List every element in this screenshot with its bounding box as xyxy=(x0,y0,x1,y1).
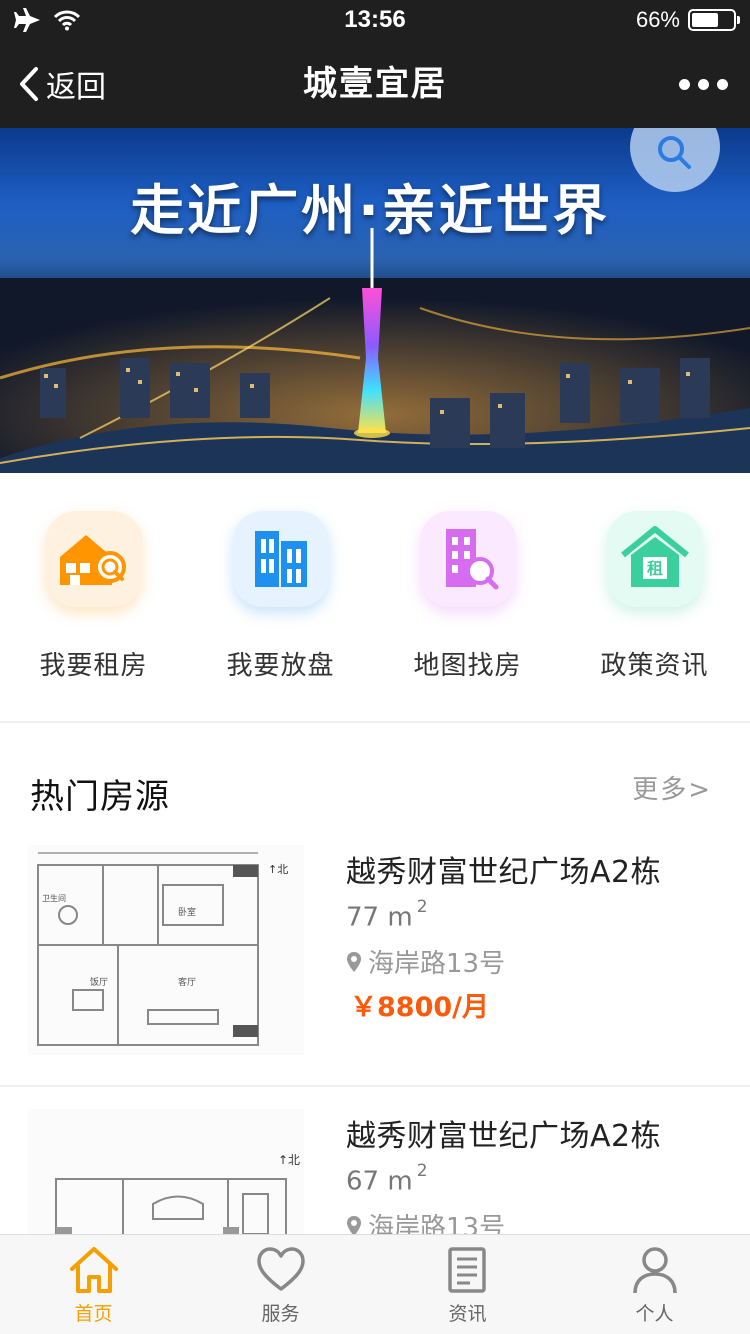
back-button[interactable]: 返回 xyxy=(18,40,106,128)
section-title: 热门房源 xyxy=(30,777,170,817)
tab-label: 个人 xyxy=(635,1303,674,1325)
banner[interactable]: 走近广州·亲近世界 xyxy=(0,128,750,473)
svg-text:客厅: 客厅 xyxy=(178,976,196,988)
quick-entry-section: 我要租房 我要放盘 地图找房 租 政策资讯 xyxy=(0,473,750,723)
quick-entry-label: 政策资讯 xyxy=(600,651,709,681)
listing-item[interactable]: ↑北 卧室 客厅 饭厅 卫生间 越秀财富世纪广场A2栋 77 m2 海岸路13号… xyxy=(0,825,750,1087)
nav-bar: 返回 城壹宜居 xyxy=(0,40,750,128)
svg-text:↑北: ↑北 xyxy=(268,863,288,876)
quick-entry-label: 我要放盘 xyxy=(226,651,335,681)
svg-text:租: 租 xyxy=(647,559,663,578)
listing-area: 77 m2 xyxy=(346,897,428,933)
tab-home[interactable]: 首页 xyxy=(0,1235,187,1334)
tab-bar: 首页 服务 资讯 个人 xyxy=(0,1234,750,1334)
person-icon xyxy=(633,1247,677,1294)
battery-icon xyxy=(688,9,740,31)
quick-entry-list-property[interactable]: 我要放盘 xyxy=(187,511,374,691)
quick-entry-policy-news[interactable]: 租 政策资讯 xyxy=(561,511,748,691)
location-pin-icon xyxy=(347,951,361,972)
status-icons-right: 66% xyxy=(635,0,740,40)
tab-service[interactable]: 服务 xyxy=(187,1235,374,1334)
quick-entry-label: 我要租房 xyxy=(39,651,148,681)
more-dot xyxy=(698,78,709,90)
heart-icon xyxy=(257,1247,305,1291)
listing-item[interactable]: ↑北 越秀财富世纪广场A2栋 67 m2 海岸路13号 xyxy=(0,1089,750,1245)
rent-house-icon: 租 xyxy=(607,511,703,607)
more-link[interactable]: 更多> xyxy=(632,769,712,806)
quick-entry-rent[interactable]: 我要租房 xyxy=(0,511,187,691)
area-value: 67 m xyxy=(346,1166,413,1197)
news-icon xyxy=(448,1247,486,1293)
more-dot xyxy=(717,78,728,90)
svg-text:饭厅: 饭厅 xyxy=(90,976,108,988)
svg-text:卧室: 卧室 xyxy=(178,906,196,918)
tab-news[interactable]: 资讯 xyxy=(374,1235,561,1334)
back-label: 返回 xyxy=(46,70,106,105)
page-title: 城壹宜居 xyxy=(303,64,447,104)
buildings-icon xyxy=(233,511,329,607)
area-unit-sup: 2 xyxy=(416,1161,428,1181)
home-icon xyxy=(70,1247,118,1293)
listing-area: 67 m2 xyxy=(346,1161,428,1197)
listing-title: 越秀财富世纪广场A2栋 xyxy=(346,1119,662,1154)
hot-listings-section: 热门房源 更多> ↑北 卧室 客厅 饭厅 卫生间 越秀财富世纪广场A2栋 77 … xyxy=(0,725,750,1245)
tab-label: 资讯 xyxy=(448,1303,487,1325)
more-dot xyxy=(679,78,690,90)
search-icon xyxy=(658,136,691,169)
battery-level xyxy=(692,13,719,27)
address-text: 海岸路13号 xyxy=(368,949,506,979)
quick-entry-label: 地图找房 xyxy=(413,651,522,681)
svg-text:↑北: ↑北 xyxy=(278,1153,300,1167)
floorplan-image: ↑北 xyxy=(28,1109,304,1245)
listing-title: 越秀财富世纪广场A2栋 xyxy=(346,855,662,890)
house-search-icon xyxy=(46,511,142,607)
tab-label: 首页 xyxy=(74,1303,113,1325)
more-dots-icon[interactable] xyxy=(679,40,728,128)
status-bar: 13:56 66% xyxy=(0,0,750,40)
battery-percent: 66% xyxy=(635,7,680,32)
quick-entry-map-search[interactable]: 地图找房 xyxy=(374,511,561,691)
area-value: 77 m xyxy=(346,902,413,933)
listing-address: 海岸路13号 xyxy=(346,943,505,980)
listing-price: ￥8800/月 xyxy=(350,992,490,1023)
tab-label: 服务 xyxy=(261,1303,300,1325)
banner-title: 走近广州·亲近世界 xyxy=(130,179,610,242)
floorplan-image: ↑北 卧室 客厅 饭厅 卫生间 xyxy=(28,845,304,1055)
chevron-left-icon xyxy=(20,67,38,101)
svg-text:卫生间: 卫生间 xyxy=(42,893,66,903)
building-search-icon xyxy=(420,511,516,607)
area-unit-sup: 2 xyxy=(416,897,428,917)
tab-profile[interactable]: 个人 xyxy=(561,1235,748,1334)
